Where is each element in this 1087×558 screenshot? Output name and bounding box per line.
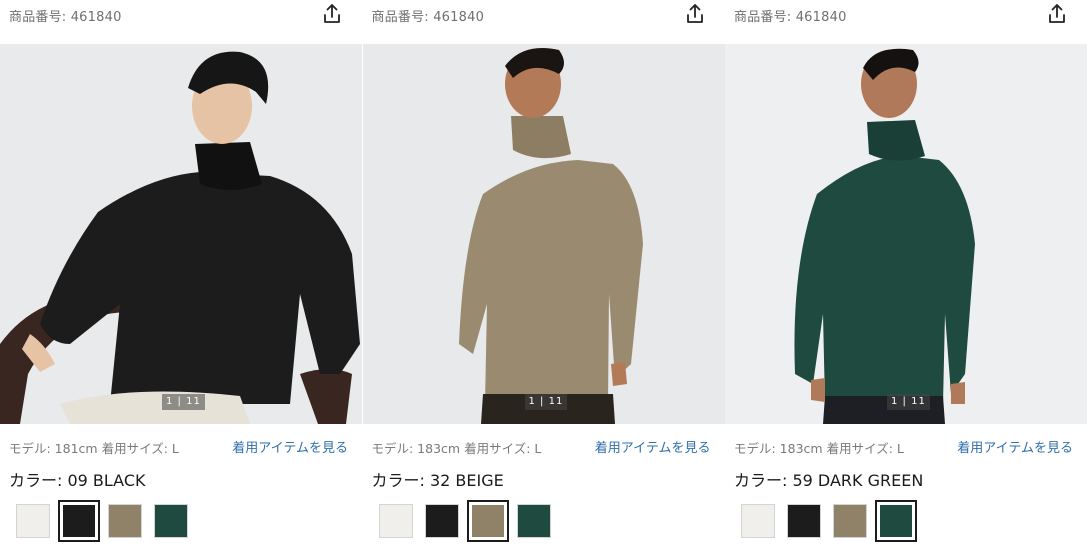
color-swatches xyxy=(375,500,559,542)
swatch-dark-green[interactable] xyxy=(875,500,917,542)
product-header: 商品番号: 461840 xyxy=(0,0,362,40)
worn-items-link[interactable]: 着用アイテムを見る xyxy=(957,437,1073,456)
product-panel-beige: 商品番号: 461840 1 | 11 モデル: 183cm 着用サイズ: L … xyxy=(362,0,725,558)
product-number: 商品番号: 461840 xyxy=(371,10,485,25)
worn-items-link[interactable]: 着用アイテムを見る xyxy=(232,437,348,456)
image-counter: 1 | 11 xyxy=(887,394,930,410)
product-photo[interactable]: 1 | 11 xyxy=(725,44,1087,424)
product-panel-black: 商品番号: 461840 1 | 11 モデル: 181cm 着用サイズ: L … xyxy=(0,0,362,558)
product-header: 商品番号: 461840 xyxy=(363,0,725,40)
model-info: モデル: 181cm 着用サイズ: L xyxy=(9,441,179,456)
share-icon[interactable] xyxy=(320,2,344,26)
swatch-black[interactable] xyxy=(421,500,463,542)
image-counter: 1 | 11 xyxy=(162,394,205,410)
color-label: カラー: 59 DARK GREEN xyxy=(734,471,924,490)
product-photo[interactable]: 1 | 11 xyxy=(0,44,362,424)
model-info: モデル: 183cm 着用サイズ: L xyxy=(734,441,904,456)
color-label: カラー: 32 BEIGE xyxy=(371,471,504,490)
product-number: 商品番号: 461840 xyxy=(734,10,847,25)
image-counter: 1 | 11 xyxy=(524,394,568,410)
product-panel-dark-green: 商品番号: 461840 1 | 11 モデル: 183cm 着用サイズ: L … xyxy=(725,0,1087,558)
swatch-beige[interactable] xyxy=(104,500,146,542)
product-photo[interactable]: 1 | 11 xyxy=(362,44,725,424)
swatch-off-white[interactable] xyxy=(375,500,417,542)
product-number: 商品番号: 461840 xyxy=(9,10,122,25)
swatch-off-white[interactable] xyxy=(737,500,779,542)
color-label: カラー: 09 BLACK xyxy=(9,471,146,490)
color-swatches xyxy=(737,500,921,542)
swatch-dark-green[interactable] xyxy=(513,500,555,542)
swatch-black[interactable] xyxy=(783,500,825,542)
swatch-beige[interactable] xyxy=(466,500,509,542)
swatch-dark-green[interactable] xyxy=(150,500,192,542)
swatch-off-white[interactable] xyxy=(12,500,54,542)
swatch-black[interactable] xyxy=(58,500,100,542)
share-icon[interactable] xyxy=(1045,2,1069,26)
color-swatches xyxy=(12,500,196,542)
worn-items-link[interactable]: 着用アイテムを見る xyxy=(595,437,711,456)
share-icon[interactable] xyxy=(683,2,707,26)
model-info: モデル: 183cm 着用サイズ: L xyxy=(371,441,542,456)
swatch-beige[interactable] xyxy=(829,500,871,542)
product-header: 商品番号: 461840 xyxy=(725,0,1087,40)
